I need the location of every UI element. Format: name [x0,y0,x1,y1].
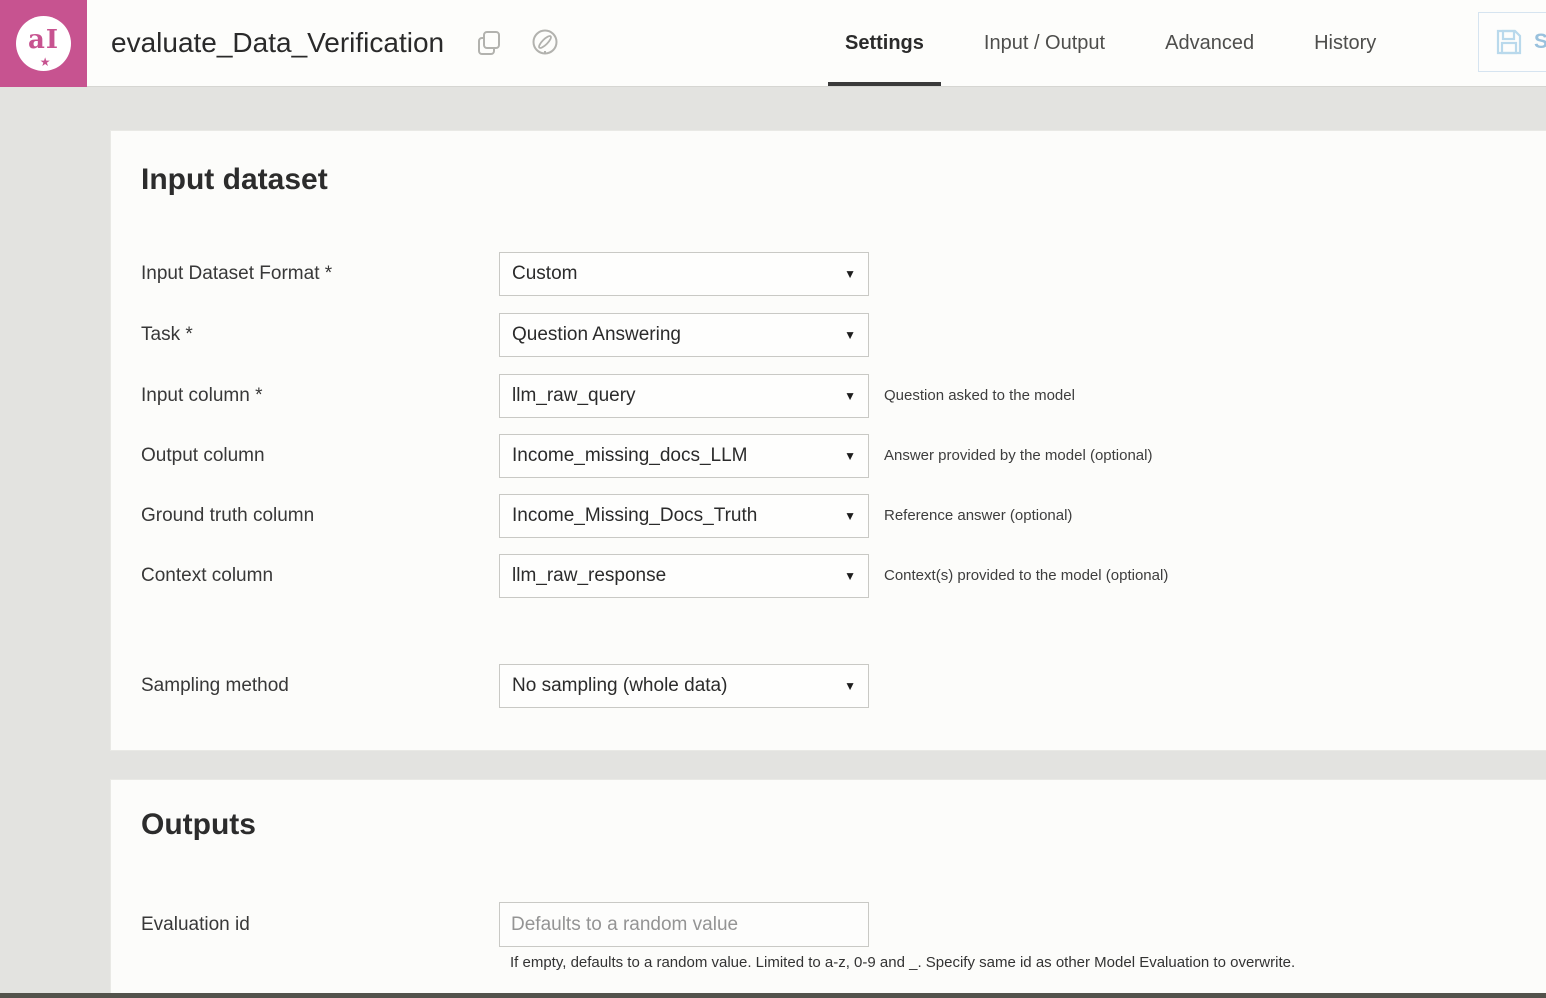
input-dataset-heading: Input dataset [141,163,328,197]
field-label: Sampling method [141,675,499,697]
copy-icon[interactable] [474,28,504,58]
outputs-card: Outputs Evaluation id If empty, defaults… [110,779,1546,998]
select-value: Income_Missing_Docs_Truth [512,505,757,527]
tab-history[interactable]: History [1314,0,1376,86]
page-title: evaluate_Data_Verification [111,27,444,59]
recipe-logo-glyph: aI [28,25,59,55]
field-label: Evaluation id [141,914,499,936]
field-label: Task * [141,324,499,346]
field-label: Input Dataset Format * [141,263,499,285]
input-dataset-card: Input dataset Input Dataset Format * Cus… [110,130,1546,751]
field-help: Reference answer (optional) [884,507,1072,524]
chevron-down-icon: ▼ [844,449,856,463]
field-help: Answer provided by the model (optional) [884,447,1152,464]
context-column-select[interactable]: llm_raw_response ▼ [499,554,869,598]
tab-advanced-label: Advanced [1165,32,1254,55]
active-tab-underline [828,82,941,86]
chevron-down-icon: ▼ [844,509,856,523]
field-row-ground-truth-column: Ground truth column Income_Missing_Docs_… [141,493,1529,538]
outputs-heading: Outputs [141,808,256,842]
sampling-method-select[interactable]: No sampling (whole data) ▼ [499,664,869,708]
field-label: Input column * [141,385,499,407]
save-icon [1494,27,1524,57]
bottom-edge-bar [0,993,1546,998]
recipe-logo: aI ★ [0,0,87,87]
save-button[interactable]: SAVE [1478,12,1546,72]
select-value: llm_raw_response [512,565,666,587]
recipe-logo-circle: aI ★ [16,16,71,71]
field-row-input-dataset-format: Input Dataset Format * Custom ▼ [141,251,1529,296]
select-value: Custom [512,263,577,285]
field-row-output-column: Output column Income_missing_docs_LLM ▼ … [141,433,1529,478]
title-actions [474,28,560,58]
header-tabs: Settings Input / Output Advanced History [845,0,1376,86]
task-select[interactable]: Question Answering ▼ [499,313,869,357]
evaluation-id-input[interactable] [499,902,869,947]
tab-input-output[interactable]: Input / Output [984,0,1105,86]
chevron-down-icon: ▼ [844,389,856,403]
select-value: Question Answering [512,324,681,346]
field-row-sampling-method: Sampling method No sampling (whole data)… [141,663,1529,708]
field-label: Ground truth column [141,505,499,527]
tab-settings[interactable]: Settings [845,0,924,86]
select-value: Income_missing_docs_LLM [512,445,748,467]
field-row-context-column: Context column llm_raw_response ▼ Contex… [141,553,1529,598]
ground-truth-column-select[interactable]: Income_Missing_Docs_Truth ▼ [499,494,869,538]
tab-input-output-label: Input / Output [984,32,1105,55]
tab-advanced[interactable]: Advanced [1165,0,1254,86]
output-column-select[interactable]: Income_missing_docs_LLM ▼ [499,434,869,478]
chevron-down-icon: ▼ [844,569,856,583]
star-icon: ★ [40,56,51,68]
select-value: No sampling (whole data) [512,675,727,697]
field-label: Output column [141,445,499,467]
field-row-evaluation-id: Evaluation id [141,902,1529,947]
chevron-down-icon: ▼ [844,267,856,281]
top-header: aI ★ evaluate_Data_Verification Settings… [0,0,1546,87]
input-column-select[interactable]: llm_raw_query ▼ [499,374,869,418]
input-dataset-format-select[interactable]: Custom ▼ [499,252,869,296]
save-button-label: SAVE [1534,30,1546,54]
chevron-down-icon: ▼ [844,328,856,342]
compass-icon[interactable] [530,28,560,58]
chevron-down-icon: ▼ [844,679,856,693]
field-row-task: Task * Question Answering ▼ [141,312,1529,357]
tab-history-label: History [1314,32,1376,55]
evaluation-id-helper-text: If empty, defaults to a random value. Li… [510,954,1295,971]
field-help: Context(s) provided to the model (option… [884,567,1168,584]
field-label: Context column [141,565,499,587]
field-help: Question asked to the model [884,387,1075,404]
tab-settings-label: Settings [845,32,924,55]
select-value: llm_raw_query [512,385,636,407]
field-row-input-column: Input column * llm_raw_query ▼ Question … [141,373,1529,418]
